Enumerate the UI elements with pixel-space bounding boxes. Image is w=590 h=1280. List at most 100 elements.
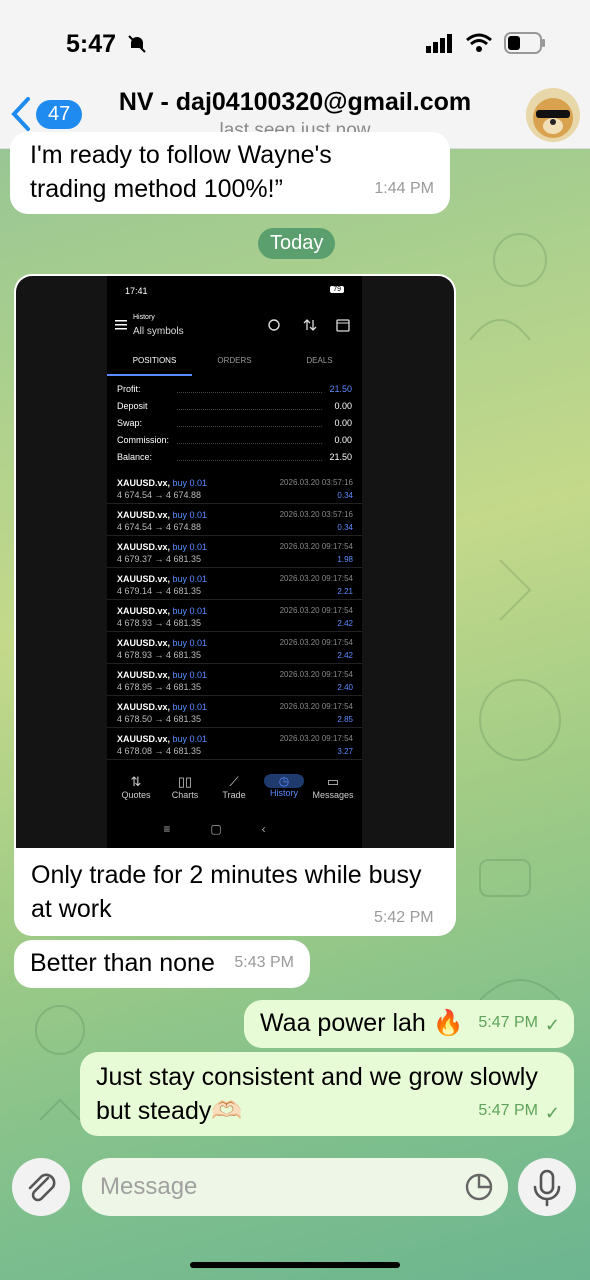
position-row: XAUUSD.vx, buy 0.01 4 674.54 → 4 674.88 20…	[107, 504, 362, 536]
message-time: 5:42 PM	[374, 909, 434, 926]
menu-icon	[115, 320, 127, 330]
position-profit: 0.34	[337, 523, 353, 532]
nav-messages: ▭ Messages	[312, 774, 354, 800]
tab-underline	[107, 374, 192, 376]
position-symbol: XAUUSD.vx, buy 0.01	[117, 542, 208, 552]
position-date: 2026.03.20 09:17:54	[279, 702, 353, 711]
position-prices: 4 679.37 → 4 681.35	[117, 554, 202, 564]
position-prices: 4 674.54 → 4 674.88	[117, 490, 202, 500]
position-symbol: XAUUSD.vx, buy 0.01	[117, 638, 208, 648]
status-time: 5:47	[66, 30, 117, 58]
position-profit: 2.85	[337, 715, 353, 724]
read-check-icon: ✓	[544, 1015, 560, 1035]
cellular-signal-icon	[426, 34, 452, 53]
position-row: XAUUSD.vx, buy 0.01 4 678.93 → 4 681.35 20…	[107, 600, 362, 632]
phone-battery: 79	[330, 286, 344, 293]
position-symbol: XAUUSD.vx, buy 0.01	[117, 574, 208, 584]
position-row: XAUUSD.vx, buy 0.01 4 678.50 → 4 681.35 20…	[107, 696, 362, 728]
positions-list: XAUUSD.vx, buy 0.01 4 674.54 → 4 674.88 20…	[107, 472, 362, 762]
tab-positions: POSITIONS	[132, 356, 177, 365]
position-row: XAUUSD.vx, buy 0.01 4 678.08 → 4 681.35 20…	[107, 728, 362, 760]
position-date: 2026.03.20 03:57:16	[279, 510, 353, 519]
battery-icon	[504, 32, 545, 54]
date-divider: Today	[258, 228, 336, 259]
paperclip-icon	[28, 1173, 56, 1202]
tab-orders: ORDERS	[217, 356, 252, 365]
message-bubble-outgoing[interactable]: Just stay consistent and we grow slowly …	[80, 1052, 574, 1136]
sticker-icon[interactable]	[464, 1172, 494, 1202]
position-symbol: XAUUSD.vx, buy 0.01	[117, 734, 208, 744]
message-time: 1:44 PM	[374, 180, 434, 197]
position-date: 2026.03.20 09:17:54	[279, 734, 353, 743]
nav-trade: ⟋ Trade	[222, 774, 246, 800]
summary-row: Profit: 21.50	[117, 384, 352, 394]
position-profit: 2.42	[337, 619, 353, 628]
phone-app-subtitle: All symbols	[133, 326, 184, 337]
phone-screen: 17:41 79 History All symbols POSITIONS O…	[107, 276, 362, 848]
phone-app-title: History	[133, 314, 155, 321]
contact-avatar[interactable]	[526, 88, 580, 142]
wifi-icon	[466, 33, 492, 52]
android-nav-bar: ≡▢‹	[163, 822, 306, 836]
position-prices: 4 678.08 → 4 681.35	[117, 746, 202, 756]
position-date: 2026.03.20 09:17:54	[279, 670, 353, 679]
position-symbol: XAUUSD.vx, buy 0.01	[117, 670, 208, 680]
position-prices: 4 679.14 → 4 681.35	[117, 586, 202, 596]
sync-icon	[268, 319, 280, 331]
position-profit: 1.98	[337, 555, 353, 564]
mute-bell-icon	[128, 35, 146, 53]
position-profit: 2.40	[337, 683, 353, 692]
summary-row: Swap: 0.00	[117, 418, 352, 428]
attach-button[interactable]	[12, 1158, 70, 1216]
message-bubble-incoming[interactable]: Better than none 5:43 PM	[14, 940, 310, 988]
position-row: XAUUSD.vx, buy 0.01 4 678.95 → 4 681.35 20…	[107, 664, 362, 696]
trade-history-screenshot[interactable]: 17:41 79 History All symbols POSITIONS O…	[16, 276, 454, 848]
message-text: Better than none	[30, 949, 215, 977]
nav-quotes: ⇅ Quotes	[121, 774, 151, 800]
position-prices: 4 678.95 → 4 681.35	[117, 682, 202, 692]
chat-header: 5:47 47 NV - daj04100320@gmail.com last …	[0, 0, 590, 149]
position-symbol: XAUUSD.vx, buy 0.01	[117, 478, 208, 488]
message-time: 5:47 PM	[478, 1014, 538, 1031]
nav-charts: ▯▯ Charts	[171, 774, 199, 800]
status-icons	[426, 32, 546, 54]
message-text: I'm ready to follow Wayne's trading meth…	[30, 141, 332, 203]
message-bubble-incoming[interactable]: I'm ready to follow Wayne's trading meth…	[10, 132, 450, 214]
position-date: 2026.03.20 09:17:54	[279, 606, 353, 615]
position-profit: 2.42	[337, 651, 353, 660]
message-text: Waa power lah 🔥	[260, 1009, 464, 1037]
position-row: XAUUSD.vx, buy 0.01 4 679.37 → 4 681.35 20…	[107, 536, 362, 568]
read-check-icon: ✓	[544, 1103, 560, 1123]
position-date: 2026.03.20 09:17:54	[279, 542, 353, 551]
message-time: 5:47 PM	[478, 1102, 538, 1119]
home-indicator	[190, 1262, 400, 1268]
calendar-icon	[336, 319, 350, 332]
voice-record-button[interactable]	[518, 1158, 576, 1216]
summary-row: Deposit 0.00	[117, 401, 352, 411]
nav-history: ◷ History	[259, 774, 309, 798]
position-date: 2026.03.20 03:57:16	[279, 478, 353, 487]
position-row: XAUUSD.vx, buy 0.01 4 674.54 → 4 674.88 20…	[107, 472, 362, 504]
position-symbol: XAUUSD.vx, buy 0.01	[117, 702, 208, 712]
message-placeholder: Message	[100, 1173, 198, 1200]
position-date: 2026.03.20 09:17:54	[279, 574, 353, 583]
position-profit: 3.27	[337, 747, 353, 756]
microphone-icon	[533, 1169, 561, 1207]
position-profit: 0.34	[337, 491, 353, 500]
message-bubble-outgoing[interactable]: Waa power lah 🔥 5:47 PM ✓	[244, 1000, 574, 1048]
doge-avatar-icon	[533, 98, 573, 138]
position-prices: 4 674.54 → 4 674.88	[117, 522, 202, 532]
message-time: 5:43 PM	[234, 954, 294, 971]
position-date: 2026.03.20 09:17:54	[279, 638, 353, 647]
position-row: XAUUSD.vx, buy 0.01 4 678.93 → 4 681.35 20…	[107, 632, 362, 664]
sort-icon	[303, 319, 317, 331]
position-row: XAUUSD.vx, buy 0.01 4 679.14 → 4 681.35 20…	[107, 568, 362, 600]
chat-title[interactable]: NV - daj04100320@gmail.com	[0, 88, 590, 117]
message-input[interactable]: Message	[82, 1158, 508, 1216]
position-symbol: XAUUSD.vx, buy 0.01	[117, 606, 208, 616]
position-prices: 4 678.50 → 4 681.35	[117, 714, 202, 724]
position-prices: 4 678.93 → 4 681.35	[117, 650, 202, 660]
position-prices: 4 678.93 → 4 681.35	[117, 618, 202, 628]
position-symbol: XAUUSD.vx, buy 0.01	[117, 510, 208, 520]
tab-deals: DEALS	[306, 356, 333, 365]
